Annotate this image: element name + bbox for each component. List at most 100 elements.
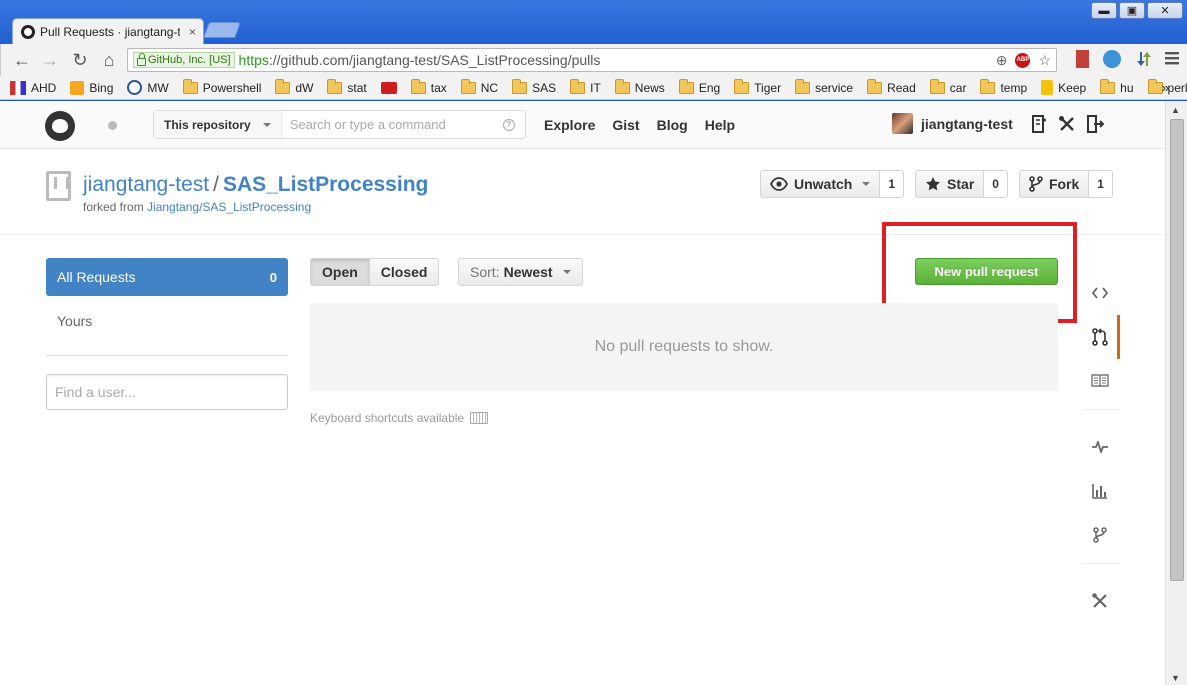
settings-tools-icon[interactable] bbox=[1057, 114, 1077, 134]
ahd-icon bbox=[10, 80, 26, 95]
bookmark-powershell[interactable]: Powershell bbox=[182, 78, 261, 95]
stars-count[interactable]: 0 bbox=[984, 170, 1008, 198]
adblock-icon[interactable]: ABP bbox=[1015, 52, 1031, 68]
pull-request-icon bbox=[1091, 328, 1108, 346]
bookmark-label: Bing bbox=[89, 80, 114, 95]
bookmark-tax[interactable]: tax bbox=[410, 78, 447, 95]
github-header: This repository ? Explore Gist Blog Help… bbox=[0, 101, 1165, 149]
zoom-icon[interactable]: ⊕ bbox=[996, 52, 1008, 69]
bookmark-label: AHD bbox=[31, 80, 57, 95]
help-icon[interactable]: ? bbox=[503, 118, 515, 131]
reload-button[interactable]: ↻ bbox=[69, 50, 91, 70]
sign-out-icon[interactable] bbox=[1085, 114, 1105, 134]
bookmark-hu[interactable]: hu bbox=[1100, 78, 1134, 95]
nav-gist[interactable]: Gist bbox=[612, 117, 639, 133]
close-window-button[interactable]: ✕ bbox=[1147, 2, 1183, 19]
repo-nav-pull-requests[interactable] bbox=[1082, 315, 1120, 359]
repo-nav-code[interactable] bbox=[1082, 271, 1120, 315]
bookmark-sas[interactable]: SAS bbox=[512, 78, 557, 95]
empty-state: No pull requests to show. bbox=[310, 303, 1058, 391]
bookmark-label: temp bbox=[1000, 80, 1028, 95]
keyboard-shortcuts-link[interactable]: Keyboard shortcuts available bbox=[310, 411, 489, 425]
filter-label: All Requests bbox=[57, 269, 136, 285]
bookmark-read[interactable]: Read bbox=[867, 78, 916, 95]
repo-name-link[interactable]: SAS_ListProcessing bbox=[223, 173, 428, 196]
download-extension-icon[interactable] bbox=[1135, 50, 1151, 68]
fork-button[interactable]: Fork bbox=[1018, 170, 1090, 198]
nav-help[interactable]: Help bbox=[705, 117, 735, 133]
forward-button[interactable]: → bbox=[39, 50, 61, 70]
address-bar[interactable]: GitHub, Inc. [US] https://github.com/jia… bbox=[127, 48, 1057, 72]
maximize-button[interactable]: ▣ bbox=[1119, 2, 1145, 19]
scroll-thumb[interactable] bbox=[1170, 119, 1184, 581]
avatar[interactable] bbox=[892, 113, 913, 134]
unwatch-button[interactable]: Unwatch bbox=[760, 170, 881, 198]
bookmark-keep[interactable]: Keep bbox=[1041, 80, 1086, 95]
star-button[interactable]: Star bbox=[915, 170, 985, 198]
ev-certificate-badge[interactable]: GitHub, Inc. [US] bbox=[133, 52, 235, 68]
scroll-down-arrow-icon[interactable]: ▼ bbox=[1171, 673, 1180, 683]
filter-yours[interactable]: Yours bbox=[46, 302, 288, 340]
nav-explore[interactable]: Explore bbox=[544, 117, 595, 133]
forks-count[interactable]: 1 bbox=[1089, 170, 1113, 198]
url-text[interactable]: https://github.com/jiangtang-test/SAS_Li… bbox=[239, 52, 601, 68]
bookmark-dw[interactable]: dW bbox=[275, 78, 313, 95]
bookmark-service[interactable]: service bbox=[795, 78, 853, 95]
tab-close-icon[interactable]: × bbox=[189, 25, 196, 39]
scroll-up-arrow-icon[interactable]: ▲ bbox=[1171, 105, 1180, 115]
bookmark-it[interactable]: IT bbox=[570, 78, 601, 95]
pull-request-filters: All Requests 0 Yours bbox=[46, 258, 288, 346]
youtube-icon bbox=[380, 81, 397, 94]
bookmark-mw[interactable]: MW bbox=[127, 80, 169, 95]
red-book-extension-icon[interactable] bbox=[1076, 50, 1089, 68]
github-logo-icon[interactable] bbox=[45, 111, 75, 141]
create-new-repo-icon[interactable] bbox=[1029, 114, 1049, 134]
forked-from-label: forked from bbox=[83, 200, 148, 214]
find-user-input[interactable] bbox=[46, 374, 288, 410]
sidebar-divider bbox=[46, 355, 288, 356]
home-button[interactable]: ⌂ bbox=[98, 50, 120, 70]
forked-repo-icon bbox=[46, 171, 71, 201]
bookmark-eng[interactable]: Eng bbox=[678, 78, 720, 95]
menu-icon[interactable] bbox=[1165, 50, 1181, 68]
keep-icon bbox=[1041, 80, 1054, 95]
folder-icon bbox=[275, 78, 291, 94]
username-link[interactable]: jiangtang-test bbox=[921, 116, 1013, 132]
v-extension-icon[interactable] bbox=[1103, 50, 1121, 68]
bookmark-car[interactable]: car bbox=[929, 78, 966, 95]
repo-nav-settings[interactable] bbox=[1082, 579, 1120, 623]
repo-owner-link[interactable]: jiangtang-test bbox=[83, 173, 209, 196]
shortcuts-label: Keyboard shortcuts available bbox=[310, 411, 465, 425]
watchers-count[interactable]: 1 bbox=[880, 170, 905, 198]
forked-source-link[interactable]: Jiangtang/SAS_ListProcessing bbox=[147, 200, 311, 214]
bookmark-news[interactable]: News bbox=[614, 78, 665, 95]
new-tab-button[interactable] bbox=[203, 22, 241, 38]
search-scope-selector[interactable]: This repository bbox=[154, 111, 282, 138]
bookmark-youtube[interactable] bbox=[380, 81, 397, 94]
bookmark-tiger[interactable]: Tiger bbox=[734, 78, 781, 95]
filter-all-requests[interactable]: All Requests 0 bbox=[46, 258, 288, 296]
bookmark-bing[interactable]: Bing bbox=[70, 80, 114, 95]
bookmark-temp[interactable]: temp bbox=[980, 78, 1028, 95]
repo-nav-pulse[interactable] bbox=[1082, 425, 1120, 469]
minimize-button[interactable]: ▬ bbox=[1091, 2, 1117, 19]
command-search-input[interactable] bbox=[281, 117, 492, 132]
bookmark-ahd[interactable]: AHD bbox=[10, 80, 57, 95]
bookmark-nc[interactable]: NC bbox=[460, 78, 498, 95]
back-button[interactable]: ← bbox=[11, 50, 33, 70]
bookmark-stat[interactable]: stat bbox=[327, 78, 367, 95]
nav-blog[interactable]: Blog bbox=[657, 117, 688, 133]
repo-nav-network[interactable] bbox=[1082, 513, 1120, 557]
sort-dropdown[interactable]: Sort: Newest bbox=[458, 258, 583, 286]
bookmark-label: SAS bbox=[532, 80, 557, 95]
folder-icon bbox=[460, 78, 476, 94]
notifications-indicator-icon[interactable] bbox=[108, 121, 117, 130]
page-scrollbar[interactable]: ▲ ▼ bbox=[1165, 101, 1187, 685]
repo-nav-graphs[interactable] bbox=[1082, 469, 1120, 513]
bookmark-star-icon[interactable]: ☆ bbox=[1038, 52, 1051, 69]
tab-open[interactable]: Open bbox=[310, 258, 370, 286]
repo-nav-wiki[interactable] bbox=[1082, 359, 1120, 403]
tab-closed[interactable]: Closed bbox=[369, 258, 440, 286]
browser-tab[interactable]: Pull Requests · jiangtang-test × bbox=[12, 18, 204, 44]
bookmarks-overflow-icon[interactable]: » bbox=[1162, 80, 1169, 95]
